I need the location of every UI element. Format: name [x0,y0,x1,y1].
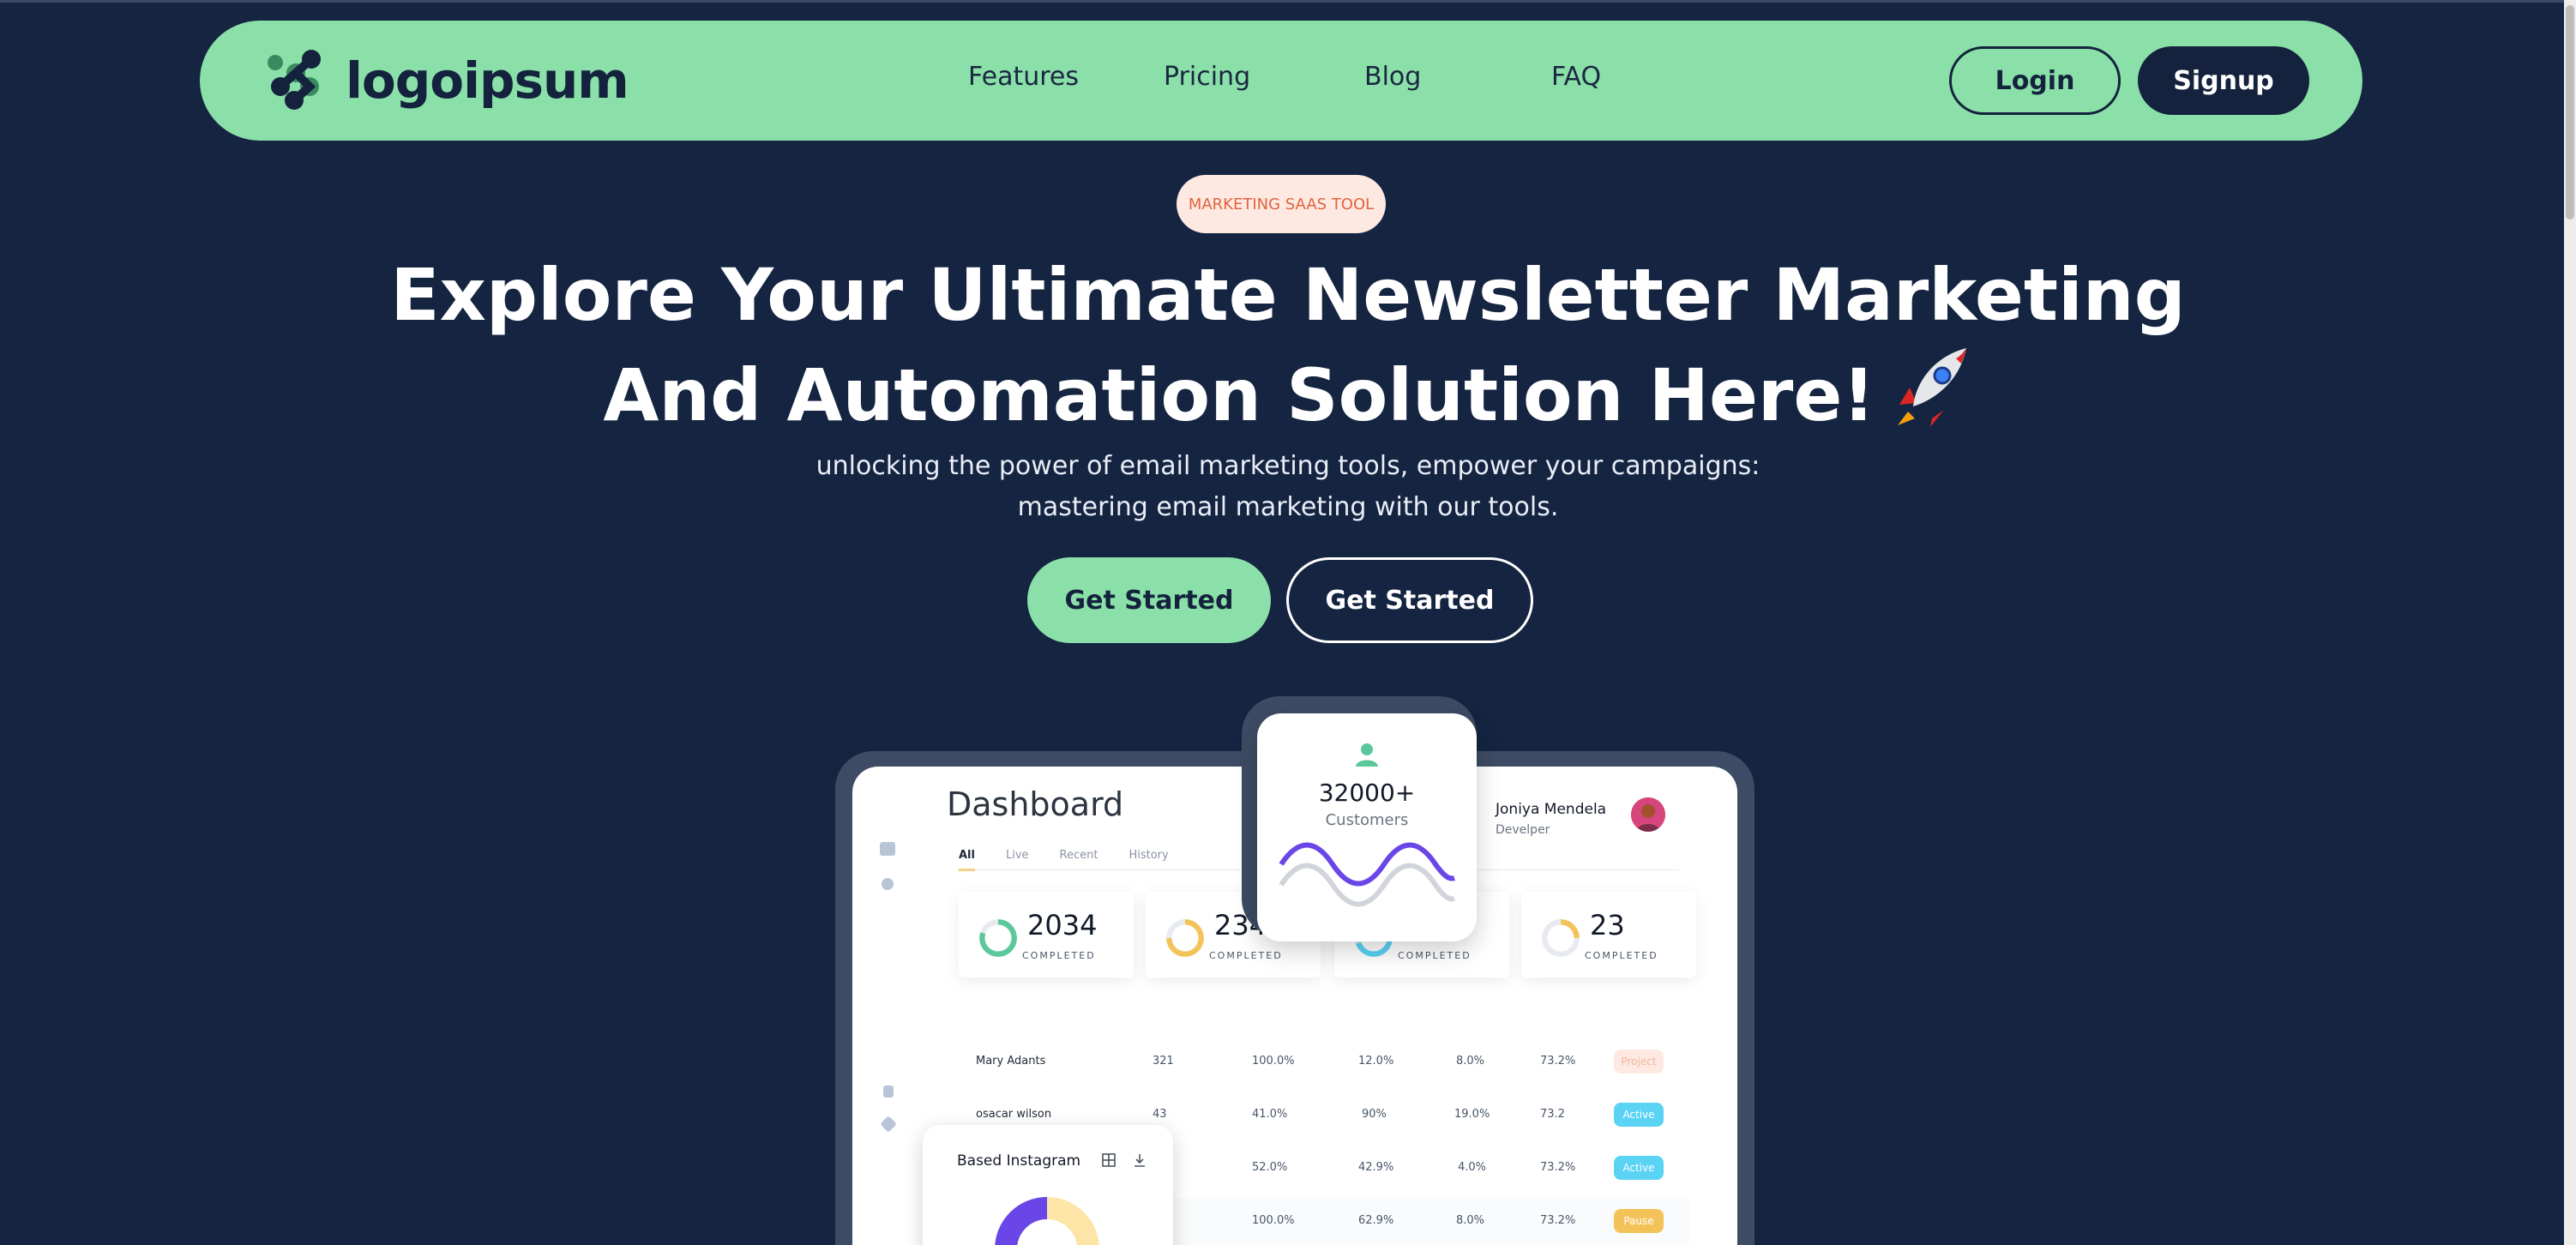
login-button[interactable]: Login [1949,46,2121,115]
row-cell: 8.0% [1456,1214,1485,1227]
row-cell: 90% [1362,1108,1387,1121]
scrollbar-thumb[interactable] [2566,5,2574,220]
stat-label: COMPLETED [1585,950,1658,961]
avatar[interactable] [1631,797,1665,832]
marketing-badge: MARKETING SAAS TOOL [1177,175,1386,233]
get-started-primary-button[interactable]: Get Started [1027,557,1271,643]
document-icon [883,1086,894,1098]
customers-label: Customers [1325,811,1409,829]
row-cell: 52.0% [1252,1161,1288,1174]
logo-mark-icon [268,50,321,110]
status-badge: Project [1614,1050,1664,1074]
row-cell: 8.0% [1456,1055,1485,1068]
instagram-card: Based Instagram [923,1125,1173,1245]
customers-value: 32000+ [1318,779,1416,807]
user-name: Joniya Mendela [1496,801,1607,818]
wave-line [1279,842,1455,907]
row-cell: 42.9% [1358,1161,1394,1174]
hero-title-line2-text: And Automation Solution Here! [603,353,1875,437]
user-role: Develper [1496,823,1550,837]
tab-history[interactable]: History [1129,849,1168,871]
dashboard-user: Joniya Mendela Develper [1496,801,1606,837]
status-badge: Active [1614,1103,1664,1127]
row-cell: 73.2% [1540,1055,1576,1068]
stat-card: 23 COMPLETED [1521,892,1696,977]
rocket-icon [1897,348,1966,427]
nav-link-features[interactable]: Features [968,62,1079,92]
dashboard-tabs: All Live Recent History [959,849,1169,871]
row-cell: 100.0% [1252,1055,1295,1068]
nav-link-faq[interactable]: FAQ [1551,62,1601,92]
logo[interactable]: logoipsum [262,48,629,113]
mail-icon [880,842,895,856]
customer-person-icon [1356,743,1378,767]
window-top-border [0,0,2576,3]
tab-live[interactable]: Live [1006,849,1029,871]
row-name: Mary Adants [976,1055,1046,1068]
tab-all[interactable]: All [959,849,975,871]
stat-value: 2034 [1027,909,1098,941]
page-scrollbar[interactable] [2564,0,2576,1245]
row-cell: 100.0% [1252,1214,1295,1227]
grid-icon[interactable] [1101,1152,1116,1168]
stat-value: 23 [1590,909,1625,941]
hero-title-line1: Explore Your Ultimate Newsletter Marketi… [390,253,2186,337]
status-badge: Pause [1614,1209,1664,1233]
hero-title-line2: And Automation Solution Here! [0,343,2576,445]
nav-link-pricing[interactable]: Pricing [1164,62,1250,92]
dashboard-title: Dashboard [947,785,1124,823]
hero-subtitle-line2: mastering email marketing with our tools… [1017,492,1559,522]
progress-ring [1166,919,1204,957]
status-badge: Active [1614,1156,1664,1180]
row-cell: 4.0% [1458,1161,1487,1174]
row-cell: 321 [1153,1055,1174,1068]
avatar-image [1631,797,1665,832]
nav-link-blog[interactable]: Blog [1364,62,1421,92]
diamond-icon [880,1116,897,1133]
donut-chart [995,1197,1099,1245]
instagram-card-title: Based Instagram [957,1152,1081,1170]
row-cell: 41.0% [1252,1108,1288,1121]
download-icon[interactable] [1132,1152,1147,1168]
navbar: logoipsum Features Pricing Blog FAQ Logi… [200,21,2362,141]
row-cell: 62.9% [1358,1214,1394,1227]
logo-text: logoipsum [346,51,629,110]
row-cell: 73.2% [1540,1161,1576,1174]
row-name: osacar wilson [976,1108,1052,1121]
hero-subtitle-line1: unlocking the power of email marketing t… [816,451,1760,481]
stat-label: COMPLETED [1209,950,1283,961]
stat-label: COMPLETED [1022,950,1096,961]
user-icon [882,878,894,890]
row-cell: 12.0% [1358,1055,1394,1068]
stat-card: 2034 COMPLETED [959,892,1134,977]
signup-button[interactable]: Signup [2138,46,2309,115]
row-cell: 43 [1153,1108,1167,1121]
progress-ring [1542,919,1580,957]
progress-ring [979,919,1017,957]
tab-recent[interactable]: Recent [1060,849,1098,871]
table-row[interactable]: Mary Adants 321 100.0% 12.0% 8.0% 73.2% … [947,1039,1689,1086]
customers-card: 32000+ Customers [1257,713,1477,941]
row-cell: 73.2% [1540,1214,1576,1227]
row-cell: 73.2 [1540,1108,1565,1121]
row-cell: 19.0% [1454,1108,1490,1121]
stat-label: COMPLETED [1398,950,1472,961]
get-started-secondary-button[interactable]: Get Started [1286,557,1533,643]
